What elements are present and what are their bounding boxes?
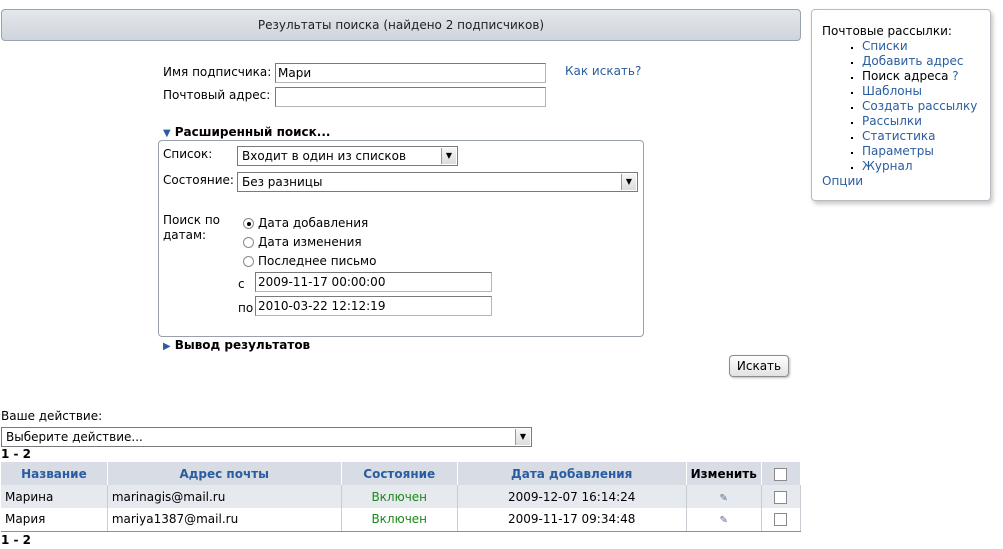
list-label: Список: (163, 147, 213, 161)
row-checkbox[interactable] (774, 490, 788, 504)
date-from-label: с (238, 277, 245, 291)
cell-status[interactable]: Включен (341, 485, 458, 508)
state-label: Состояние: (163, 173, 234, 187)
sidebar-item-templates[interactable]: Шаблоны (862, 84, 990, 99)
action-select[interactable]: Выберите действие... ▼ (1, 427, 532, 447)
pagination-range-top: 1 - 2 (1, 447, 32, 461)
date-search-label: Поиск по датам: (163, 213, 221, 242)
radio-date-modified[interactable]: Дата изменения (243, 235, 362, 249)
sidebar-list: Списки Добавить адрес Поиск адреса ? Шаб… (822, 39, 990, 174)
chevron-down-icon: ▼ (441, 148, 456, 164)
date-to-input[interactable]: 2010-03-22 12:12:19 (255, 296, 492, 316)
select-all-checkbox[interactable] (774, 467, 788, 481)
cell-date: 2009-11-17 09:34:48 (457, 508, 687, 532)
sidebar-item-search-address: Поиск адреса ? (862, 69, 990, 84)
name-input[interactable]: Мари (275, 63, 546, 83)
email-label: Почтовый адрес: (163, 88, 271, 102)
cell-edit: ✎ (686, 485, 762, 508)
triangle-down-icon: ▼ (163, 128, 171, 139)
sidebar-item-mailings[interactable]: Рассылки (862, 114, 990, 129)
how-to-search-link[interactable]: Как искать? (565, 64, 641, 78)
sidebar-item-add-address[interactable]: Добавить адрес (862, 54, 990, 69)
search-button[interactable]: Искать (729, 355, 789, 377)
sidebar-item-parameters[interactable]: Параметры (862, 144, 990, 159)
radio-unchecked-icon[interactable] (243, 255, 254, 267)
action-label: Ваше действие: (1, 409, 103, 423)
chevron-down-icon: ▼ (515, 429, 530, 445)
sidebar-item-statistics[interactable]: Статистика (862, 129, 990, 144)
col-header-select-all (761, 462, 802, 485)
page-title: Результаты поиска (найдено 2 подписчиков… (257, 18, 545, 32)
output-results-toggle[interactable]: ▶ Вывод результатов (163, 338, 310, 352)
table-row: Мария mariya1387@mail.ru Включен 2009-11… (1, 508, 802, 532)
col-header-edit: Изменить (686, 462, 762, 485)
list-select[interactable]: Входит в один из списков ▼ (237, 146, 458, 166)
radio-unchecked-icon[interactable] (243, 236, 254, 248)
cell-edit: ✎ (686, 508, 762, 532)
table-row: Марина marinagis@mail.ru Включен 2009-12… (1, 485, 802, 508)
advanced-search-toggle[interactable]: ▼ Расширенный поиск... (163, 125, 331, 139)
col-header-status[interactable]: Состояние (341, 462, 458, 485)
radio-checked-icon[interactable] (243, 217, 254, 229)
table-header-row: Название Адрес почты Состояние Дата доба… (1, 462, 802, 485)
sidebar-title: Почтовые рассылки: (822, 24, 952, 38)
cell-status[interactable]: Включен (341, 508, 458, 532)
cell-email: marinagis@mail.ru (107, 485, 342, 508)
date-from-input[interactable]: 2009-11-17 00:00:00 (255, 272, 492, 292)
state-select[interactable]: Без разницы ▼ (237, 172, 638, 192)
chevron-down-icon: ▼ (621, 174, 636, 190)
cell-select (761, 485, 802, 508)
sidebar-item-create-mailing[interactable]: Создать рассылку (862, 99, 990, 114)
name-label: Имя подписчика: (163, 65, 272, 79)
date-to-label: по (238, 301, 254, 315)
radio-last-letter[interactable]: Последнее письмо (243, 254, 376, 268)
col-header-email[interactable]: Адрес почты (107, 462, 342, 485)
triangle-right-icon: ▶ (163, 341, 171, 352)
row-checkbox[interactable] (774, 513, 788, 527)
edit-pencil-icon[interactable]: ✎ (720, 493, 728, 504)
email-input[interactable] (275, 87, 546, 107)
col-header-date-added[interactable]: Дата добавления (457, 462, 687, 485)
page-header: Результаты поиска (найдено 2 подписчиков… (1, 9, 801, 41)
pagination-range-bottom: 1 - 2 (1, 533, 32, 547)
sidebar-item-lists[interactable]: Списки (862, 39, 990, 54)
cell-email: mariya1387@mail.ru (107, 508, 342, 532)
edit-pencil-icon[interactable]: ✎ (720, 515, 728, 526)
results-table: Название Адрес почты Состояние Дата доба… (1, 462, 802, 532)
cell-name: Марина (1, 485, 108, 508)
radio-date-added[interactable]: Дата добавления (243, 216, 368, 230)
sidebar-menu: Почтовые рассылки: Списки Добавить адрес… (811, 9, 991, 201)
help-link[interactable]: ? (952, 69, 958, 83)
sidebar-options-link[interactable]: Опции (822, 174, 990, 189)
cell-date: 2009-12-07 16:14:24 (457, 485, 687, 508)
cell-select (761, 508, 802, 532)
col-header-name[interactable]: Название (1, 462, 108, 485)
cell-name: Мария (1, 508, 108, 532)
sidebar-item-log[interactable]: Журнал (862, 159, 990, 174)
